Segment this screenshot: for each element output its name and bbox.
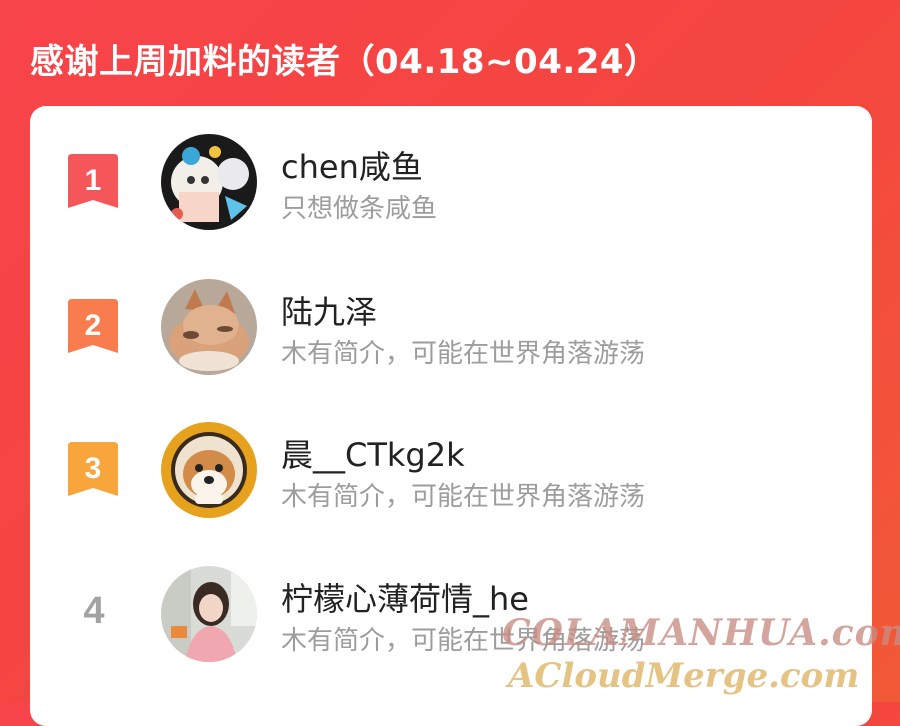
page-title: 感谢上周加料的读者（04.18~04.24） bbox=[30, 42, 659, 82]
reader-row-3[interactable]: 3 晨__CTkg2k 木有简介，可能在世界角落游荡 bbox=[30, 394, 872, 534]
rank-badge-1: 1 bbox=[68, 154, 118, 212]
avatar[interactable] bbox=[161, 422, 257, 518]
reader-name[interactable]: 晨__CTkg2k bbox=[281, 430, 465, 476]
reader-bio: 木有简介，可能在世界角落游荡 bbox=[281, 482, 646, 512]
fox-photo-avatar bbox=[161, 279, 257, 375]
reader-bio: 木有简介，可能在世界角落游荡 bbox=[281, 339, 646, 369]
rank-badge-2: 2 bbox=[68, 299, 118, 357]
avatar[interactable] bbox=[161, 279, 257, 375]
reader-list-card: 1 chen咸鱼 只想做条咸鱼 2 陆九泽 木有简介，可能在世界角落游荡 3 晨… bbox=[30, 106, 872, 726]
reader-row-4[interactable]: 4 柠檬心薄荷情_he 木有简介，可能在世界角落游荡 bbox=[30, 538, 872, 678]
reader-name[interactable]: 柠檬心薄荷情_he bbox=[281, 574, 529, 620]
reader-row-2[interactable]: 2 陆九泽 木有简介，可能在世界角落游荡 bbox=[30, 251, 872, 391]
rank-badge-3: 3 bbox=[68, 442, 118, 500]
rank-number: 1 bbox=[84, 164, 102, 197]
reader-name[interactable]: 陆九泽 bbox=[281, 287, 377, 333]
reader-name[interactable]: chen咸鱼 bbox=[281, 142, 423, 188]
shiba-dog-avatar bbox=[161, 422, 257, 518]
rank-number: 2 bbox=[84, 309, 102, 342]
avatar[interactable] bbox=[161, 566, 257, 662]
anime-illustration-avatar bbox=[161, 134, 257, 230]
rank-number: 3 bbox=[84, 452, 102, 485]
reader-bio: 木有简介，可能在世界角落游荡 bbox=[281, 626, 646, 656]
reader-bio: 只想做条咸鱼 bbox=[281, 194, 438, 224]
girl-photo-avatar bbox=[161, 566, 257, 662]
rank-number: 4 bbox=[83, 590, 105, 632]
avatar[interactable] bbox=[161, 134, 257, 230]
reader-row-1[interactable]: 1 chen咸鱼 只想做条咸鱼 bbox=[30, 106, 872, 246]
